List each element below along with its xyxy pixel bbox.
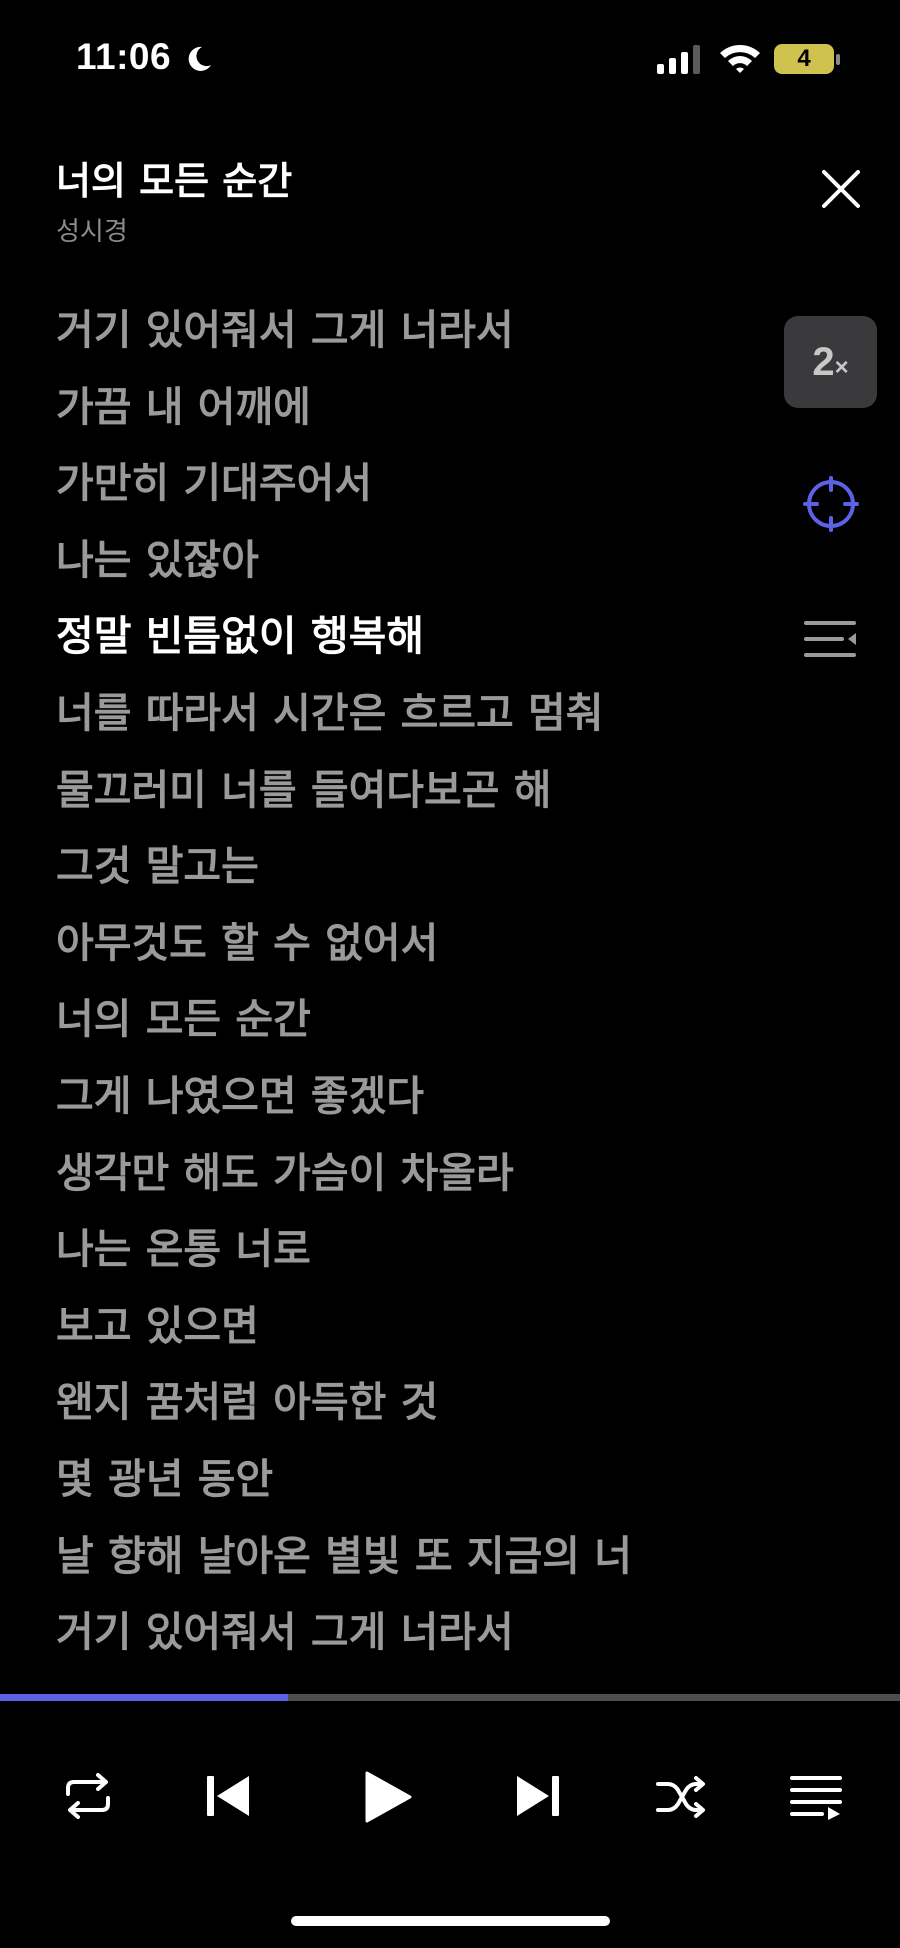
- lyric-line[interactable]: 보고 있으면: [56, 1294, 756, 1371]
- lyrics-list: 거기 있어줘서 그게 너라서 가끔 내 어깨에 가만히 기대주어서 나는 있잖아…: [56, 298, 756, 1677]
- lyric-line[interactable]: 물끄러미 너를 들여다보곤 해: [56, 758, 756, 835]
- lyric-line[interactable]: 그게 나였으면 좋겠다: [56, 1064, 756, 1141]
- lyric-line[interactable]: 가끔 내 어깨에: [56, 375, 756, 452]
- speed-value: 2: [812, 340, 835, 384]
- lyric-line[interactable]: 너의 모든 순간: [56, 987, 756, 1064]
- lyric-line[interactable]: 생각만 해도 가슴이 차올라: [56, 1141, 756, 1218]
- lyric-line[interactable]: 거기 있어줘서 그게 너라서: [56, 298, 756, 375]
- lyrics-list-icon[interactable]: [804, 619, 858, 659]
- home-indicator: [291, 1916, 610, 1926]
- sync-target-icon[interactable]: [803, 476, 859, 532]
- lyrics-speed-button[interactable]: 2×: [784, 316, 877, 408]
- repeat-icon[interactable]: [62, 1772, 114, 1820]
- wifi-icon: [720, 45, 760, 73]
- lyric-line[interactable]: 날 향해 날아온 별빛 또 지금의 너: [56, 1524, 756, 1601]
- close-icon[interactable]: [816, 164, 866, 214]
- lyric-line[interactable]: 너를 따라서 시간은 흐르고 멈춰: [56, 681, 756, 758]
- progress-fill: [0, 1694, 288, 1701]
- lyric-line[interactable]: 거기 있어줘서 그게 너라서: [56, 1600, 756, 1677]
- lyric-line[interactable]: 왠지 꿈처럼 아득한 것: [56, 1370, 756, 1447]
- status-time: 11:06: [76, 36, 172, 77]
- status-bar: 11:06 4: [0, 0, 900, 120]
- next-track-icon[interactable]: [515, 1774, 561, 1818]
- moon-icon: [188, 46, 211, 71]
- battery-icon: 4: [774, 44, 834, 74]
- shuffle-icon[interactable]: [656, 1776, 706, 1818]
- lyric-line[interactable]: 나는 온통 너로: [56, 1217, 756, 1294]
- battery-tip: [836, 54, 840, 65]
- previous-track-icon[interactable]: [205, 1774, 251, 1818]
- lyric-line[interactable]: 나는 있잖아: [56, 528, 756, 605]
- lyric-line-current[interactable]: 정말 빈틈없이 행복해: [56, 604, 756, 681]
- progress-bar[interactable]: [0, 1694, 900, 1701]
- play-icon[interactable]: [364, 1770, 412, 1824]
- cellular-signal-icon: [657, 45, 700, 74]
- lyric-line[interactable]: 가만히 기대주어서: [56, 451, 756, 528]
- lyric-line[interactable]: 몇 광년 동안: [56, 1447, 756, 1524]
- artist-name: 성시경: [56, 217, 128, 247]
- lyric-line[interactable]: 아무것도 할 수 없어서: [56, 911, 756, 988]
- speed-unit: ×: [834, 354, 849, 381]
- lyric-line[interactable]: 그것 말고는: [56, 834, 756, 911]
- playlist-icon[interactable]: [790, 1774, 844, 1820]
- song-title: 너의 모든 순간: [56, 159, 293, 203]
